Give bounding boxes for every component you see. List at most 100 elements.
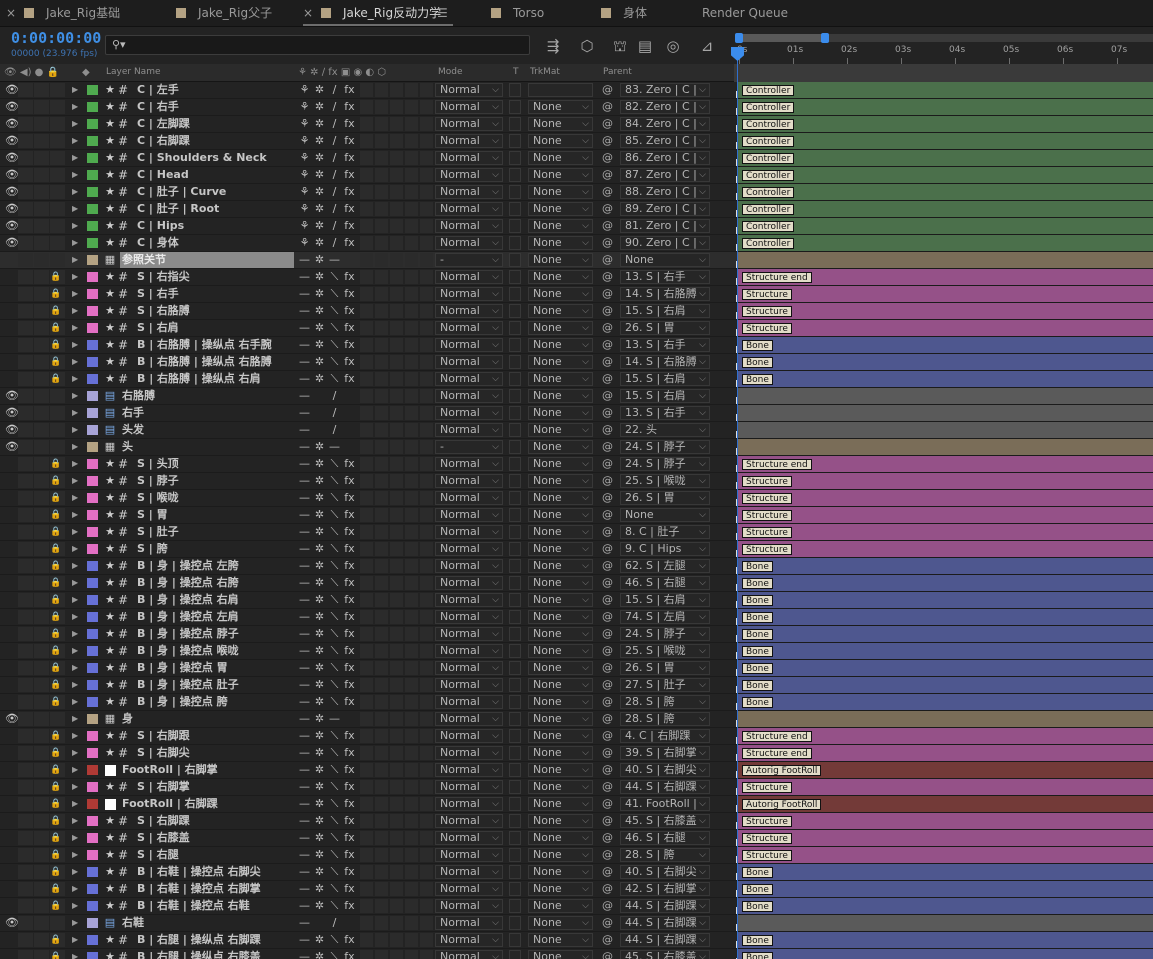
- switch-toggle[interactable]: fx: [342, 303, 357, 319]
- lock-icon[interactable]: [50, 116, 62, 132]
- parent-dropdown[interactable]: 40. S | 右脚尖 ⌵: [620, 865, 710, 879]
- layer-row[interactable]: 🔒 ▶ ★ # B | 身 | 操控点 胯 — ✲ ⟍ fx Normal ⌵ None ⌵ @28. S…: [0, 694, 1153, 711]
- av-switch-box[interactable]: [18, 338, 33, 352]
- layer-name[interactable]: S | 右胳膊: [137, 303, 311, 319]
- layer-name[interactable]: 右手: [122, 405, 296, 421]
- layer-name[interactable]: B | 右腿 | 操纵点 右脚踝: [137, 932, 311, 948]
- blend-mode-dropdown[interactable]: Normal ⌵: [435, 236, 503, 250]
- parent-pickwhip-icon[interactable]: @: [602, 762, 616, 778]
- av-switch-box[interactable]: [34, 440, 49, 454]
- parent-pickwhip-icon[interactable]: @: [602, 388, 616, 404]
- switch-box[interactable]: [405, 933, 418, 947]
- switch-box[interactable]: [390, 389, 403, 403]
- trkmat-dropdown[interactable]: None ⌵: [528, 202, 593, 216]
- switch-box[interactable]: [405, 117, 418, 131]
- expand-twirl-icon[interactable]: ▶: [72, 677, 82, 693]
- layer-row[interactable]: 🔒 ▶ ★ # B | 右胳膊 | 操纵点 右肩 — ✲ ⟍ fx Normal ⌵ None ⌵ @15…: [0, 371, 1153, 388]
- lock-icon[interactable]: 🔒: [50, 609, 62, 625]
- layer-name[interactable]: 参照关节: [120, 252, 294, 268]
- switch-box[interactable]: [375, 525, 388, 539]
- tab-2[interactable]: × Jake_Rig反动力学 ☰: [303, 0, 453, 27]
- switch-box[interactable]: [375, 678, 388, 692]
- switch-box[interactable]: [390, 304, 403, 318]
- layer-name[interactable]: C | 左手: [137, 82, 311, 98]
- switch-box[interactable]: [360, 270, 373, 284]
- switch-toggle[interactable]: ⚘: [297, 201, 312, 217]
- switch-toggle[interactable]: —: [327, 439, 342, 455]
- layer-name[interactable]: S | 胯: [137, 541, 311, 557]
- switch-box[interactable]: [360, 678, 373, 692]
- parent-pickwhip-icon[interactable]: @: [602, 337, 616, 353]
- av-switch-box[interactable]: [18, 389, 33, 403]
- preserve-transparency-toggle[interactable]: [509, 321, 521, 335]
- switch-box[interactable]: [420, 865, 433, 879]
- switch-toggle[interactable]: ✲: [312, 592, 327, 608]
- switch-toggle[interactable]: ⟍: [327, 456, 342, 472]
- layer-name[interactable]: B | 身 | 操控点 脖子: [137, 626, 311, 642]
- graph-editor-icon[interactable]: ⊿: [696, 35, 718, 57]
- parent-dropdown[interactable]: 28. S | 胯 ⌵: [620, 848, 710, 862]
- layer-row[interactable]: 🔒 ▶ ★ # S | 右脚尖 — ✲ ⟍ fx Normal ⌵ None ⌵ @39. S | 右脚掌…: [0, 745, 1153, 762]
- trkmat-dropdown[interactable]: None ⌵: [528, 899, 593, 913]
- av-switch-box[interactable]: [18, 814, 33, 828]
- switch-box[interactable]: [375, 831, 388, 845]
- parent-dropdown[interactable]: 62. S | 左腿 ⌵: [620, 559, 710, 573]
- switch-box[interactable]: [360, 814, 373, 828]
- switch-box[interactable]: [390, 916, 403, 930]
- switch-box[interactable]: [360, 593, 373, 607]
- switch-box[interactable]: [360, 151, 373, 165]
- layer-row[interactable]: 👁 ▶ ▤ 右胳膊 — ∕ Normal ⌵ None ⌵ @15. S | 右肩 ⌵: [0, 388, 1153, 405]
- switch-toggle[interactable]: ∕: [327, 167, 342, 183]
- layer-row[interactable]: 👁 ▶ ★ # C | 右脚踝 ⚘ ✲ ∕ fx Normal ⌵ None ⌵ @85. Zero | …: [0, 133, 1153, 150]
- switch-box[interactable]: [375, 372, 388, 386]
- label-color-chip[interactable]: [87, 850, 98, 860]
- switch-toggle[interactable]: ⟍: [327, 847, 342, 863]
- switch-toggle[interactable]: —: [297, 320, 312, 336]
- preserve-transparency-toggle[interactable]: [509, 661, 521, 675]
- switch-toggle[interactable]: fx: [342, 286, 357, 302]
- label-color-chip[interactable]: [87, 119, 98, 129]
- label-color-chip[interactable]: [87, 765, 98, 775]
- switch-box[interactable]: [405, 134, 418, 148]
- lock-icon[interactable]: 🔒: [50, 643, 62, 659]
- av-switch-box[interactable]: [34, 406, 49, 420]
- parent-pickwhip-icon[interactable]: @: [602, 82, 616, 98]
- switch-box[interactable]: [375, 100, 388, 114]
- expand-twirl-icon[interactable]: ▶: [72, 456, 82, 472]
- switch-box[interactable]: [390, 525, 403, 539]
- layer-row[interactable]: 🔒 ▶ ★ # B | 身 | 操控点 脖子 — ✲ ⟍ fx Normal ⌵ None ⌵ @24. …: [0, 626, 1153, 643]
- layer-row[interactable]: 🔒 ▶ ★ # S | 胯 — ✲ ⟍ fx Normal ⌵ None ⌵ @9. C | Hips ⌵ S…: [0, 541, 1153, 558]
- lock-icon[interactable]: [50, 388, 62, 404]
- av-switch-box[interactable]: [18, 355, 33, 369]
- parent-dropdown[interactable]: 44. S | 右脚踝 ⌵: [620, 780, 710, 794]
- expand-twirl-icon[interactable]: ▶: [72, 864, 82, 880]
- switch-toggle[interactable]: ⟍: [327, 745, 342, 761]
- switch-box[interactable]: [420, 338, 433, 352]
- parent-pickwhip-icon[interactable]: @: [602, 830, 616, 846]
- label-color-chip[interactable]: [87, 680, 98, 690]
- parent-dropdown[interactable]: 44. S | 右脚踝 ⌵: [620, 916, 710, 930]
- av-switch-box[interactable]: [34, 287, 49, 301]
- blend-mode-dropdown[interactable]: - ⌵: [435, 253, 503, 267]
- av-switch-box[interactable]: [34, 389, 49, 403]
- expand-twirl-icon[interactable]: ▶: [72, 320, 82, 336]
- parent-pickwhip-icon[interactable]: @: [602, 813, 616, 829]
- switch-box[interactable]: [420, 763, 433, 777]
- switch-box[interactable]: [375, 950, 388, 959]
- layer-name[interactable]: C | 右手: [137, 99, 311, 115]
- switch-box[interactable]: [420, 287, 433, 301]
- av-switch-box[interactable]: [18, 508, 33, 522]
- layer-duration-bar[interactable]: Autorig FootRoll: [736, 796, 1153, 812]
- switch-box[interactable]: [390, 491, 403, 505]
- layer-row[interactable]: 🔒 ▶ ★ # B | 身 | 操控点 右肩 — ✲ ⟍ fx Normal ⌵ None ⌵ @15. …: [0, 592, 1153, 609]
- preserve-transparency-toggle[interactable]: [509, 610, 521, 624]
- parent-pickwhip-icon[interactable]: @: [602, 694, 616, 710]
- switch-toggle[interactable]: ⟍: [327, 932, 342, 948]
- blend-mode-dropdown[interactable]: Normal ⌵: [435, 831, 503, 845]
- switch-toggle[interactable]: ✲: [312, 150, 327, 166]
- switch-box[interactable]: [390, 134, 403, 148]
- switch-box[interactable]: [405, 474, 418, 488]
- switch-box[interactable]: [390, 287, 403, 301]
- switch-box[interactable]: [390, 848, 403, 862]
- layer-name[interactable]: C | 肚子 | Curve: [137, 184, 311, 200]
